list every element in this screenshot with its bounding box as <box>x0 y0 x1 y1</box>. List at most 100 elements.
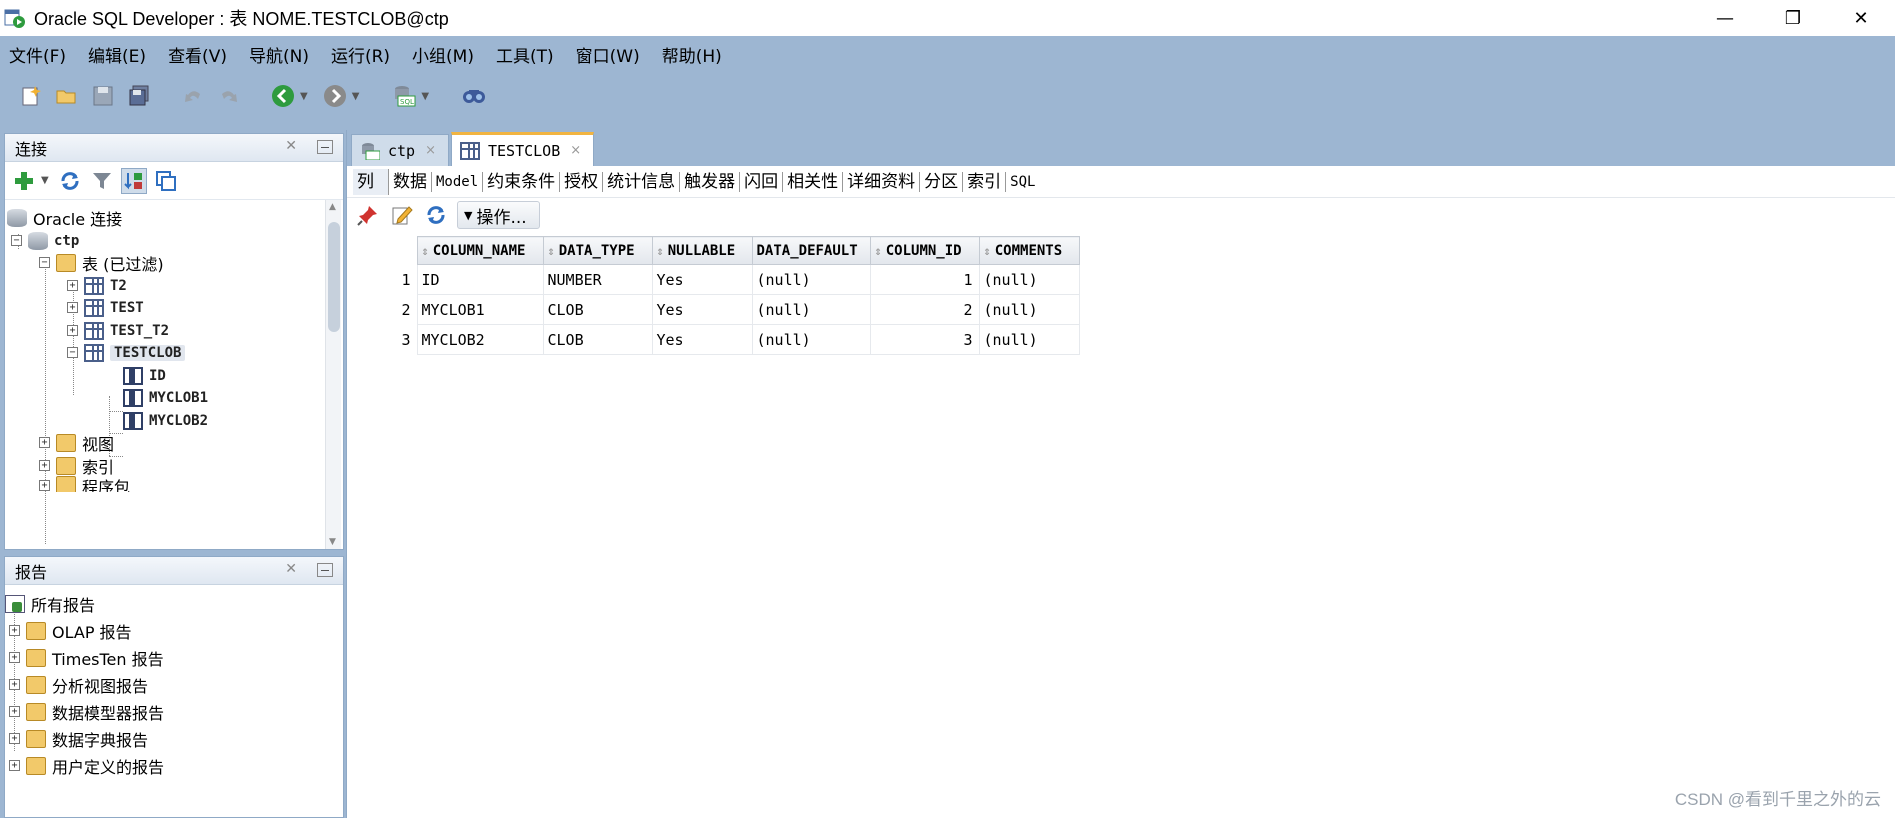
refresh-icon[interactable] <box>423 202 449 228</box>
menu-run[interactable]: 运行(R) <box>331 42 390 67</box>
expand-icon[interactable]: + <box>9 652 20 663</box>
tab-ctp[interactable]: ctp × <box>351 134 449 166</box>
column-header[interactable]: ⇕ NULLABLE <box>651 236 753 265</box>
sql-worksheet-icon[interactable]: SQL <box>391 83 417 109</box>
table-cell[interactable]: NUMBER <box>542 264 653 295</box>
column-header[interactable]: ⇕ COLUMN_ID <box>869 236 980 265</box>
add-connection-dropdown-icon[interactable]: ▼ <box>41 175 49 186</box>
tree-report-analytic-views[interactable]: + 分析视图报告 <box>9 671 148 698</box>
table-cell[interactable]: Yes <box>651 294 753 325</box>
sub-tab-indexes[interactable]: 索引 <box>963 171 1007 192</box>
schema-browser-icon[interactable] <box>120 167 147 194</box>
sub-tab-partitions[interactable]: 分区 <box>920 171 964 192</box>
sql-worksheet-dropdown-icon[interactable]: ▼ <box>421 91 429 102</box>
column-header[interactable]: ⇕ COLUMN_NAME <box>416 236 544 265</box>
table-cell[interactable]: MYCLOB2 <box>416 324 544 355</box>
menu-window[interactable]: 窗口(W) <box>576 42 640 67</box>
table-cell[interactable]: (null) <box>978 324 1080 355</box>
refresh-icon[interactable] <box>57 168 83 194</box>
column-header[interactable]: DATA_DEFAULT <box>751 236 871 265</box>
expand-icon[interactable]: + <box>9 733 20 744</box>
menu-file[interactable]: 文件(F) <box>9 42 66 67</box>
sub-tab-flashback[interactable]: 闪回 <box>740 171 784 192</box>
new-icon[interactable] <box>18 83 44 109</box>
sub-tab-data[interactable]: 数据 <box>389 171 432 192</box>
undo-icon[interactable] <box>180 83 206 109</box>
restore-button[interactable]: ❐ <box>1759 0 1827 36</box>
forward-icon[interactable] <box>322 83 348 109</box>
minimize-button[interactable]: — <box>1691 0 1759 36</box>
menu-navigate[interactable]: 导航(N) <box>249 42 309 67</box>
column-header[interactable]: ⇕ COMMENTS <box>978 236 1080 265</box>
close-icon[interactable]: ✕ <box>285 561 297 577</box>
find-icon[interactable] <box>461 83 487 109</box>
column-header[interactable]: ⇕ DATA_TYPE <box>542 236 653 265</box>
table-cell[interactable]: CLOB <box>542 324 653 355</box>
expand-icon[interactable]: + <box>39 460 50 471</box>
table-row[interactable]: 3 MYCLOB2 CLOB Yes (null) 3 (null) <box>351 324 1080 355</box>
sql-icon[interactable] <box>153 168 179 194</box>
close-icon[interactable]: ✕ <box>285 138 297 154</box>
scroll-down-icon[interactable]: ▼ <box>329 537 336 547</box>
tree-all-reports[interactable]: 所有报告 <box>5 590 95 617</box>
add-connection-icon[interactable] <box>11 168 37 194</box>
save-icon[interactable] <box>90 83 116 109</box>
sub-tab-details[interactable]: 详细资料 <box>843 171 921 192</box>
collapse-icon[interactable]: − <box>11 235 22 246</box>
close-button[interactable]: ✕ <box>1827 0 1895 36</box>
tree-report-olap[interactable]: + OLAP 报告 <box>9 617 132 644</box>
menu-team[interactable]: 小组(M) <box>412 42 474 67</box>
tree-report-user-defined[interactable]: + 用户定义的报告 <box>9 752 164 779</box>
sub-tab-constraints[interactable]: 约束条件 <box>483 171 561 192</box>
tree-packages-folder[interactable]: + 程序包 <box>39 474 130 492</box>
edit-icon[interactable] <box>389 202 415 228</box>
table-cell[interactable]: (null) <box>751 294 871 325</box>
scroll-thumb[interactable] <box>328 222 340 332</box>
table-cell[interactable]: 1 <box>869 264 980 295</box>
actions-button[interactable]: ▼ 操作... <box>457 201 540 229</box>
collapse-icon[interactable]: − <box>67 347 78 358</box>
save-all-icon[interactable] <box>126 83 152 109</box>
open-icon[interactable] <box>54 83 80 109</box>
pin-icon[interactable] <box>355 202 381 228</box>
expand-icon[interactable]: + <box>67 302 78 313</box>
table-cell[interactable]: (null) <box>751 264 871 295</box>
table-row[interactable]: 1 ID NUMBER Yes (null) 1 (null) <box>351 264 1080 295</box>
expand-icon[interactable]: + <box>9 625 20 636</box>
back-dropdown-icon[interactable]: ▼ <box>300 91 308 102</box>
forward-dropdown-icon[interactable]: ▼ <box>352 91 360 102</box>
sub-tab-sql[interactable]: SQL <box>1006 172 1039 192</box>
table-cell[interactable]: Yes <box>651 264 753 295</box>
connections-scrollbar[interactable]: ▲ ▼ <box>325 200 341 549</box>
table-cell[interactable]: 3 <box>869 324 980 355</box>
close-icon[interactable]: × <box>425 143 436 158</box>
table-row[interactable]: 2 MYCLOB1 CLOB Yes (null) 2 (null) <box>351 294 1080 325</box>
expand-icon[interactable]: + <box>9 760 20 771</box>
collapse-icon[interactable]: − <box>39 257 50 268</box>
sub-tab-grants[interactable]: 授权 <box>560 171 604 192</box>
table-cell[interactable]: (null) <box>978 294 1080 325</box>
filter-icon[interactable] <box>89 168 115 194</box>
table-cell[interactable]: MYCLOB1 <box>416 294 544 325</box>
sub-tab-dependencies[interactable]: 相关性 <box>783 171 844 192</box>
sub-tab-triggers[interactable]: 触发器 <box>680 171 741 192</box>
sub-tab-model[interactable]: Model <box>432 171 484 192</box>
redo-icon[interactable] <box>216 83 242 109</box>
table-cell[interactable]: Yes <box>651 324 753 355</box>
expand-icon[interactable]: + <box>9 679 20 690</box>
expand-icon[interactable]: + <box>9 706 20 717</box>
tab-testclob[interactable]: TESTCLOB × <box>451 132 595 166</box>
minimize-icon[interactable] <box>317 563 333 577</box>
close-icon[interactable]: × <box>570 143 581 158</box>
expand-icon[interactable]: + <box>67 325 78 336</box>
expand-icon[interactable]: + <box>67 280 78 291</box>
scroll-up-icon[interactable]: ▲ <box>329 202 336 212</box>
minimize-icon[interactable] <box>317 140 333 154</box>
menu-tools[interactable]: 工具(T) <box>496 42 554 67</box>
table-cell[interactable]: (null) <box>751 324 871 355</box>
tree-report-data-dictionary[interactable]: + 数据字典报告 <box>9 725 148 752</box>
table-cell[interactable]: CLOB <box>542 294 653 325</box>
table-cell[interactable]: (null) <box>978 264 1080 295</box>
menu-view[interactable]: 查看(V) <box>168 42 227 67</box>
table-cell[interactable]: 2 <box>869 294 980 325</box>
